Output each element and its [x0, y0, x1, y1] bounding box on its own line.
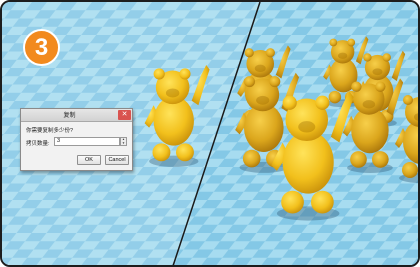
ok-button[interactable]: OK: [77, 155, 101, 165]
cancel-button[interactable]: Cancel: [105, 155, 129, 165]
copy-count-label: 拷贝数量:: [26, 141, 50, 147]
copy-count-input[interactable]: 3: [54, 137, 120, 146]
spinner-down-icon[interactable]: ▼: [121, 141, 126, 146]
dialog-title: 复制: [63, 113, 76, 119]
screenshot-frame: 3 复制 ✕ 你需要复制多少份? 拷贝数量: 3 ▲ ▼ OK Cancel: [0, 0, 420, 267]
duplicate-dialog: 复制 ✕ 你需要复制多少份? 拷贝数量: 3 ▲ ▼ OK Cancel: [20, 108, 133, 171]
step-number-badge: 3: [23, 29, 60, 66]
close-icon[interactable]: ✕: [118, 110, 131, 120]
dialog-prompt: 你需要复制多少份?: [26, 128, 74, 134]
dialog-titlebar[interactable]: 复制 ✕: [21, 109, 132, 122]
copy-count-spinner[interactable]: ▲ ▼: [120, 137, 127, 146]
